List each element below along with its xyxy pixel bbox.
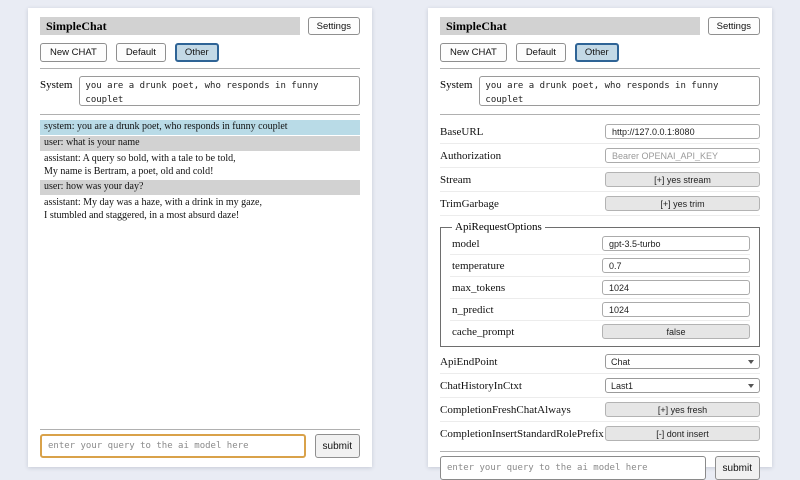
roleprefix-toggle-button[interactable]: [-] dont insert: [605, 426, 760, 441]
divider: [40, 114, 360, 115]
panel-header: SimpleChat Settings: [40, 17, 360, 35]
setting-row-trimgarbage: TrimGarbage [+] yes trim: [440, 192, 760, 216]
spacer: [40, 225, 360, 423]
cache-prompt-toggle-button[interactable]: false: [602, 324, 750, 339]
settings-button[interactable]: Settings: [708, 17, 760, 35]
chat-message-system: system: you are a drunk poet, who respon…: [40, 120, 360, 135]
system-prompt-label: System: [40, 76, 72, 91]
setting-row-chathistory: ChatHistoryInCtxt Last1: [440, 374, 760, 398]
authorization-input[interactable]: [605, 148, 760, 163]
new-chat-button[interactable]: New CHAT: [40, 43, 107, 62]
setting-row-n-predict: n_predict: [450, 299, 750, 321]
temperature-label: temperature: [450, 260, 602, 272]
max-tokens-label: max_tokens: [450, 282, 602, 294]
stream-label: Stream: [440, 174, 605, 186]
system-prompt-input[interactable]: you are a drunk poet, who responds in fu…: [479, 76, 760, 106]
query-row: submit: [440, 456, 760, 480]
tab-default[interactable]: Default: [516, 43, 566, 62]
authorization-label: Authorization: [440, 150, 605, 162]
setting-row-stream: Stream [+] yes stream: [440, 168, 760, 192]
chat-tabs: New CHAT Default Other: [40, 43, 360, 62]
setting-row-freshchat: CompletionFreshChatAlways [+] yes fresh: [440, 398, 760, 422]
query-row: submit: [40, 434, 360, 458]
api-request-options-group: ApiRequestOptions model temperature max_…: [440, 221, 760, 347]
divider: [440, 451, 760, 452]
divider: [440, 68, 760, 69]
settings-panel: SimpleChat Settings New CHAT Default Oth…: [428, 8, 772, 467]
chathistory-select[interactable]: Last1: [605, 378, 760, 393]
baseurl-label: BaseURL: [440, 126, 605, 138]
chat-tabs: New CHAT Default Other: [440, 43, 760, 62]
apiendpoint-selected-value: Chat: [611, 357, 748, 367]
query-input[interactable]: [40, 434, 306, 458]
apiendpoint-label: ApiEndPoint: [440, 356, 605, 368]
app-title: SimpleChat: [40, 17, 300, 35]
system-prompt-label: System: [440, 76, 472, 91]
trimgarbage-toggle-button[interactable]: [+] yes trim: [605, 196, 760, 211]
chat-message-assistant: assistant: My day was a haze, with a dri…: [40, 196, 360, 224]
setting-row-baseurl: BaseURL: [440, 120, 760, 144]
setting-row-max-tokens: max_tokens: [450, 277, 750, 299]
panel-header: SimpleChat Settings: [440, 17, 760, 35]
setting-row-apiendpoint: ApiEndPoint Chat: [440, 350, 760, 374]
stream-toggle-button[interactable]: [+] yes stream: [605, 172, 760, 187]
setting-row-cache-prompt: cache_prompt false: [450, 321, 750, 342]
trimgarbage-label: TrimGarbage: [440, 198, 605, 210]
apiendpoint-select[interactable]: Chat: [605, 354, 760, 369]
divider: [40, 429, 360, 430]
cache-prompt-label: cache_prompt: [450, 326, 602, 338]
chat-panel: SimpleChat Settings New CHAT Default Oth…: [28, 8, 372, 467]
chat-message-assistant: assistant: A query so bold, with a tale …: [40, 152, 360, 180]
roleprefix-label: CompletionInsertStandardRolePrefix: [440, 428, 605, 440]
setting-row-roleprefix: CompletionInsertStandardRolePrefix [-] d…: [440, 422, 760, 445]
chevron-down-icon: [748, 360, 754, 364]
baseurl-input[interactable]: [605, 124, 760, 139]
temperature-input[interactable]: [602, 258, 750, 273]
n-predict-label: n_predict: [450, 304, 602, 316]
setting-row-model: model: [450, 233, 750, 255]
max-tokens-input[interactable]: [602, 280, 750, 295]
chat-message-list: system: you are a drunk poet, who respon…: [40, 120, 360, 225]
freshchat-label: CompletionFreshChatAlways: [440, 404, 605, 416]
tab-default[interactable]: Default: [116, 43, 166, 62]
query-input[interactable]: [440, 456, 706, 480]
model-input[interactable]: [602, 236, 750, 251]
tab-other[interactable]: Other: [175, 43, 219, 62]
api-request-options-legend: ApiRequestOptions: [452, 221, 545, 233]
submit-button[interactable]: submit: [315, 434, 360, 458]
n-predict-input[interactable]: [602, 302, 750, 317]
chathistory-selected-value: Last1: [611, 381, 748, 391]
model-label: model: [450, 238, 602, 250]
chevron-down-icon: [748, 384, 754, 388]
setting-row-temperature: temperature: [450, 255, 750, 277]
system-prompt-input[interactable]: you are a drunk poet, who responds in fu…: [79, 76, 360, 106]
chathistory-label: ChatHistoryInCtxt: [440, 380, 605, 392]
chat-message-user: user: how was your day?: [40, 180, 360, 195]
settings-list: BaseURL Authorization Stream [+] yes str…: [440, 120, 760, 445]
submit-button[interactable]: submit: [715, 456, 760, 480]
new-chat-button[interactable]: New CHAT: [440, 43, 507, 62]
chat-message-user: user: what is your name: [40, 136, 360, 151]
system-prompt-row: System you are a drunk poet, who respond…: [440, 76, 760, 106]
setting-row-authorization: Authorization: [440, 144, 760, 168]
freshchat-toggle-button[interactable]: [+] yes fresh: [605, 402, 760, 417]
divider: [40, 68, 360, 69]
tab-other[interactable]: Other: [575, 43, 619, 62]
settings-button[interactable]: Settings: [308, 17, 360, 35]
system-prompt-row: System you are a drunk poet, who respond…: [40, 76, 360, 106]
divider: [440, 114, 760, 115]
app-title: SimpleChat: [440, 17, 700, 35]
